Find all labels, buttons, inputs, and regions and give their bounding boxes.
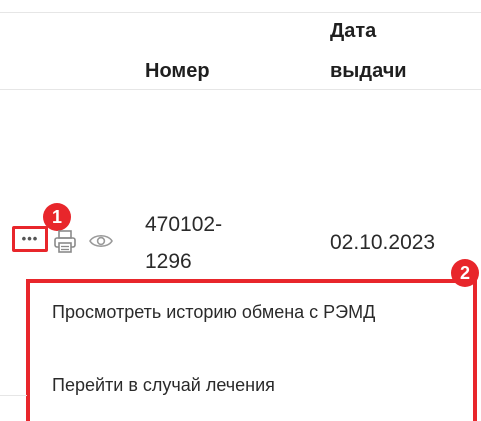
column-header-date-line1: Дата <box>330 20 377 42</box>
eye-icon[interactable] <box>88 231 114 251</box>
menu-item-remd-history[interactable]: Просмотреть историю обмена с РЭМД <box>52 302 375 323</box>
printer-icon[interactable] <box>52 228 78 254</box>
table-top-border <box>0 12 481 13</box>
annotation-marker-2: 2 <box>451 259 479 287</box>
document-number-line2: 1296 <box>145 250 192 273</box>
column-header-number: Номер <box>145 60 210 82</box>
issue-date: 02.10.2023 <box>330 231 436 254</box>
menu-item-go-to-treatment-case[interactable]: Перейти в случай лечения <box>52 375 275 396</box>
more-icon: ••• <box>21 230 39 246</box>
header-divider <box>0 89 481 90</box>
document-number-line1: 470102- <box>145 213 223 236</box>
more-actions-button[interactable]: ••• <box>12 226 48 252</box>
row-divider <box>0 395 27 396</box>
context-menu: Просмотреть историю обмена с РЭМД Перейт… <box>26 279 477 421</box>
annotation-marker-1: 1 <box>43 203 71 231</box>
column-header-date-line2: выдачи <box>330 60 407 82</box>
